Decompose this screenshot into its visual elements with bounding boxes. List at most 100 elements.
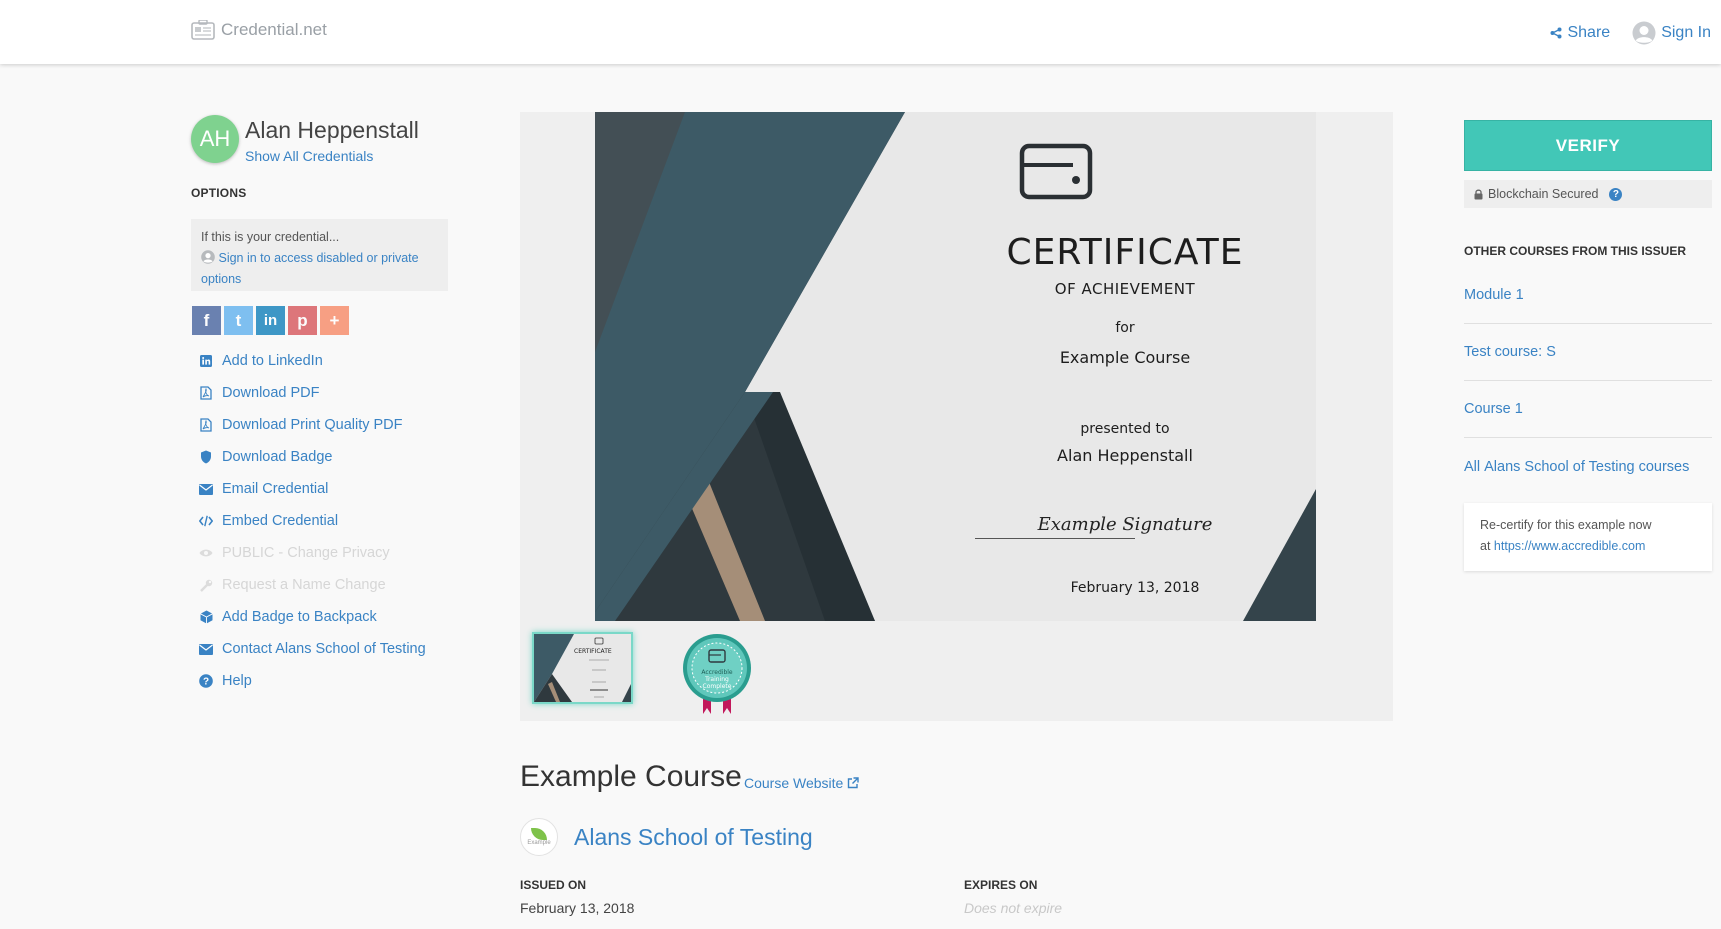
envelope-icon [199, 642, 213, 656]
download-badge-label: Download Badge [222, 449, 333, 465]
download-print-pdf-label: Download Print Quality PDF [222, 417, 403, 433]
verify-button[interactable]: VERIFY [1464, 120, 1712, 171]
thumbnail-title: CERTIFICATE [574, 648, 612, 655]
download-badge-option[interactable]: Download Badge [199, 441, 426, 473]
lock-icon [1474, 189, 1483, 199]
help-circle-icon[interactable]: ? [1609, 187, 1623, 201]
sign-in-notice: If this is your credential... Sign in to… [191, 219, 448, 291]
contact-issuer-option[interactable]: Contact Alans School of Testing [199, 633, 426, 665]
sign-in-options-link[interactable]: Sign in to access disabled or private op… [201, 251, 419, 286]
badge-line-1: Accredible [701, 669, 733, 676]
options-heading: OPTIONS [191, 186, 247, 200]
profile-name: Alan Heppenstall [245, 117, 419, 143]
sign-in-label: Sign In [1661, 24, 1711, 41]
change-privacy-option: PUBLIC - Change Privacy [199, 537, 426, 569]
media-thumbnails: CERTIFICATE Accredible Training Complete [532, 632, 753, 714]
embed-credential-option[interactable]: Embed Credential [199, 505, 426, 537]
expires-on-label: EXPIRES ON [964, 878, 1038, 892]
certificate-card-icon [1019, 143, 1093, 200]
all-suffix: courses [1638, 458, 1690, 475]
contact-issuer-label: Contact Alans School of Testing [222, 641, 426, 657]
certificate-for: for [1115, 320, 1135, 336]
twitter-share-button[interactable]: t [224, 306, 253, 335]
top-navbar: Credential.net Share Sign In [0, 0, 1721, 64]
add-badge-backpack-label: Add Badge to Backpack [222, 609, 377, 625]
course-title: Example Course [520, 760, 742, 793]
recertify-text: Re-certify for this example now [1480, 518, 1652, 532]
share-icon [1550, 27, 1562, 39]
certificate-course: Example Course [1059, 348, 1191, 367]
more-share-button[interactable]: + [320, 306, 349, 335]
other-course-item[interactable]: Course 1 [1464, 381, 1712, 438]
expires-on-value: Does not expire [964, 900, 1063, 916]
plus-icon: + [329, 310, 340, 330]
request-name-change-label: Request a Name Change [222, 577, 386, 593]
course-website-label: Course Website [744, 775, 844, 791]
pinterest-share-button[interactable]: p [288, 306, 317, 335]
brand-logo[interactable]: Credential.net [191, 20, 327, 40]
badge-text: Accredible Training Complete [681, 669, 753, 690]
external-link-icon [848, 777, 860, 789]
certificate-date: February 13, 2018 [1070, 580, 1200, 596]
eye-icon [199, 546, 213, 560]
email-credential-label: Email Credential [222, 481, 329, 497]
certificate-subtitle: OF ACHIEVEMENT [1054, 280, 1196, 298]
notice-text: If this is your credential... [201, 230, 340, 244]
cube-icon [199, 610, 213, 624]
show-all-credentials-link[interactable]: Show All Credentials [245, 148, 419, 164]
wrench-icon [199, 578, 213, 592]
issued-on-value: February 13, 2018 [520, 900, 635, 916]
badge-line-3: Complete [702, 683, 732, 690]
issued-on-label: ISSUED ON [520, 878, 587, 892]
course-website-link[interactable]: Course Website [744, 775, 860, 791]
badge-thumbnail[interactable]: Accredible Training Complete [681, 632, 753, 714]
linkedin-share-button[interactable]: in [256, 306, 285, 335]
user-icon [201, 250, 215, 264]
social-share-buttons: f t in p + [192, 306, 352, 335]
badge-line-2: Training [705, 676, 729, 683]
certificate-thumbnail[interactable]: CERTIFICATE [532, 632, 633, 704]
help-option[interactable]: ? Help [199, 665, 426, 697]
user-avatar-icon [1632, 21, 1656, 45]
other-courses-heading: OTHER COURSES FROM THIS ISSUER [1464, 244, 1687, 258]
share-button[interactable]: Share [1550, 24, 1610, 42]
pdf-icon [199, 418, 213, 432]
blockchain-secured-label: Blockchain Secured [1488, 187, 1599, 201]
add-badge-backpack-option[interactable]: Add Badge to Backpack [199, 601, 426, 633]
download-print-pdf-option[interactable]: Download Print Quality PDF [199, 409, 426, 441]
embed-credential-label: Embed Credential [222, 513, 339, 529]
add-to-linkedin-label: Add to LinkedIn [222, 353, 323, 369]
share-label: Share [1567, 24, 1611, 41]
signature-line [975, 538, 1135, 539]
recertify-at: at [1480, 539, 1491, 553]
pdf-icon [199, 386, 213, 400]
facebook-share-button[interactable]: f [192, 306, 221, 335]
facebook-icon: f [203, 310, 210, 330]
certificate-image[interactable]: CERTIFICATE OF ACHIEVEMENT for Example C… [595, 112, 1316, 621]
issuer-name-link[interactable]: Alans School of Testing [574, 824, 813, 851]
email-credential-option[interactable]: Email Credential [199, 473, 426, 505]
all-issuer-name: Alans School of Testing [1484, 458, 1635, 475]
certificate-recipient: Alan Heppenstall [1057, 446, 1193, 465]
help-label: Help [222, 673, 252, 689]
svg-text:?: ? [203, 677, 209, 688]
certificate-thumbnail-art [534, 634, 631, 702]
change-privacy-label: PUBLIC - Change Privacy [222, 545, 390, 561]
sign-in-button[interactable]: Sign In [1632, 21, 1711, 45]
shield-icon [199, 450, 213, 464]
envelope-icon [199, 482, 213, 496]
other-course-item[interactable]: Test course: S [1464, 324, 1712, 381]
recertify-link[interactable]: https://www.accredible.com [1494, 539, 1645, 553]
options-menu: Add to LinkedIn Download PDF Download Pr… [199, 345, 426, 697]
issuer-logo-text: Example [527, 840, 551, 846]
download-pdf-option[interactable]: Download PDF [199, 377, 426, 409]
all-issuer-courses-link[interactable]: All Alans School of Testing courses [1464, 438, 1712, 495]
download-pdf-label: Download PDF [222, 385, 320, 401]
other-course-item[interactable]: Module 1 [1464, 267, 1712, 324]
linkedin-icon: in [263, 312, 278, 329]
certificate-presented-to: presented to [1080, 421, 1170, 437]
recertify-card: Re-certify for this example now at https… [1464, 503, 1712, 571]
request-name-change-option: Request a Name Change [199, 569, 426, 601]
question-icon: ? [199, 674, 213, 688]
add-to-linkedin-option[interactable]: Add to LinkedIn [199, 345, 426, 377]
